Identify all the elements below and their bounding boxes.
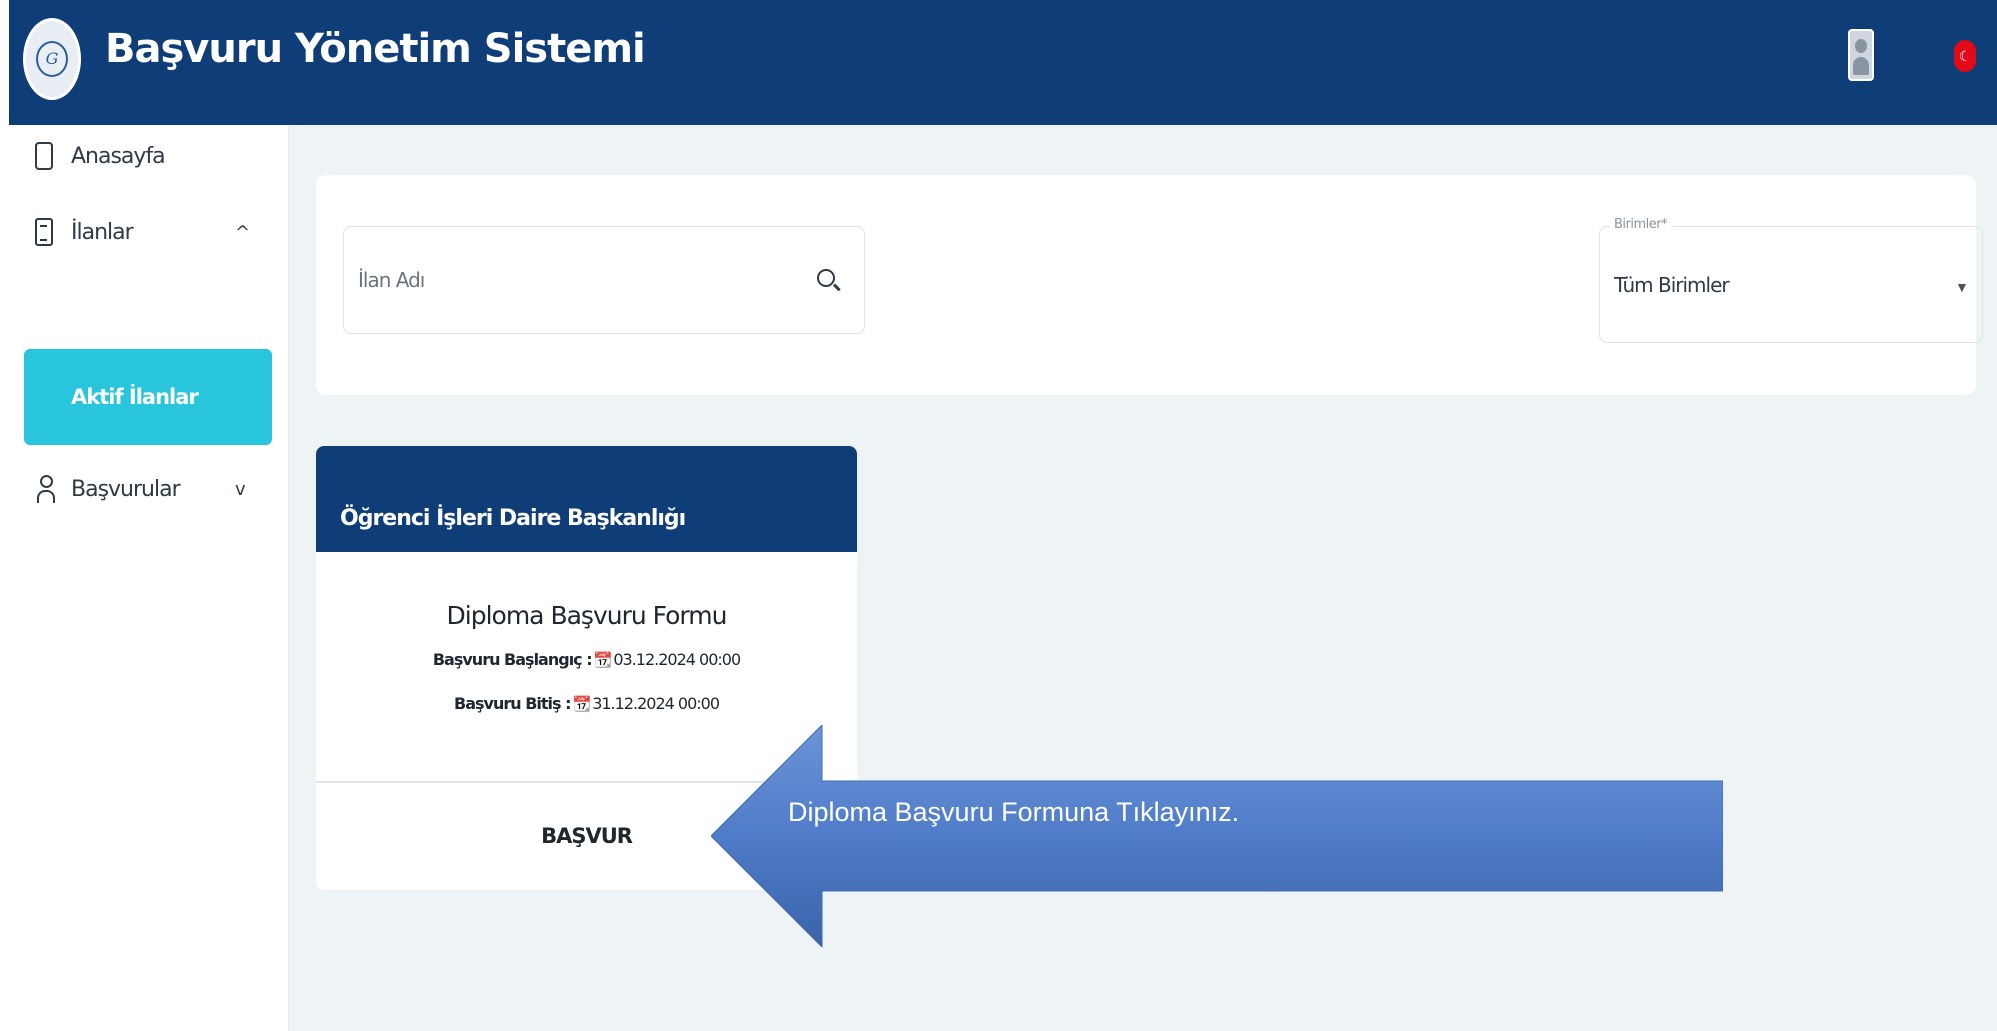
unit-select-label: Birimler* — [1610, 217, 1672, 232]
caret-down-icon[interactable]: ▼ — [1955, 279, 1969, 295]
unit-select-value: Tüm Birimler — [1614, 273, 1730, 297]
search-input[interactable] — [358, 257, 798, 303]
sidebar-item-ilanlar[interactable]: İlanlar ^ — [9, 207, 289, 257]
sidebar-item-label: İlanlar — [71, 219, 134, 245]
unit-select[interactable]: Birimler* Tüm Birimler ▼ — [1599, 217, 1983, 343]
turkish-flag-icon[interactable]: ☾ — [1954, 40, 1976, 72]
user-avatar-icon[interactable] — [1848, 29, 1874, 81]
sidebar-item-anasayfa[interactable]: Anasayfa — [9, 131, 289, 181]
person-icon — [35, 475, 57, 503]
phone-icon — [35, 142, 53, 170]
logo-monogram: G — [36, 41, 68, 77]
end-date-row: Başvuru Bitiş : 📆 31.12.2024 00:00 — [316, 694, 857, 713]
chevron-up-icon: ^ — [235, 221, 250, 243]
sidebar-item-label: Başvurular — [71, 476, 181, 502]
sidebar-item-label: Anasayfa — [71, 143, 166, 169]
filter-panel: Birimler* Tüm Birimler ▼ — [316, 175, 1983, 395]
top-navigation-bar: G Başvuru Yönetim Sistemi ☾ — [9, 0, 1997, 125]
chevron-down-icon: v — [235, 478, 246, 500]
arrow-callout — [711, 725, 1723, 947]
callout-text: Diploma Başvuru Formuna Tıklayınız. — [788, 797, 1240, 827]
calendar-icon: 📆 — [593, 651, 613, 669]
app-title: Başvuru Yönetim Sistemi — [105, 26, 646, 72]
search-field[interactable] — [343, 226, 865, 334]
document-icon — [35, 218, 53, 246]
start-date-row: Başvuru Başlangıç : 📆 03.12.2024 00:00 — [316, 650, 857, 669]
end-date-label: Başvuru Bitiş : — [454, 694, 571, 713]
sidebar-item-aktif-ilanlar[interactable]: Aktif İlanlar — [24, 349, 272, 445]
end-date-value: 31.12.2024 00:00 — [592, 694, 720, 713]
sidebar: Anasayfa İlanlar ^ Aktif İlanlar Başvuru… — [9, 125, 289, 1031]
sidebar-item-basvurular[interactable]: Başvurular v — [9, 464, 289, 514]
start-date-value: 03.12.2024 00:00 — [613, 650, 741, 669]
sidebar-item-label: Aktif İlanlar — [71, 385, 199, 409]
calendar-icon: 📆 — [572, 695, 592, 713]
card-department: Öğrenci İşleri Daire Başkanlığı — [340, 506, 686, 531]
card-header: Öğrenci İşleri Daire Başkanlığı — [316, 446, 857, 552]
start-date-label: Başvuru Başlangıç : — [432, 650, 593, 669]
university-seal-icon[interactable]: G — [23, 18, 81, 100]
card-title[interactable]: Diploma Başvuru Formu — [316, 601, 857, 630]
search-icon[interactable] — [817, 269, 835, 287]
